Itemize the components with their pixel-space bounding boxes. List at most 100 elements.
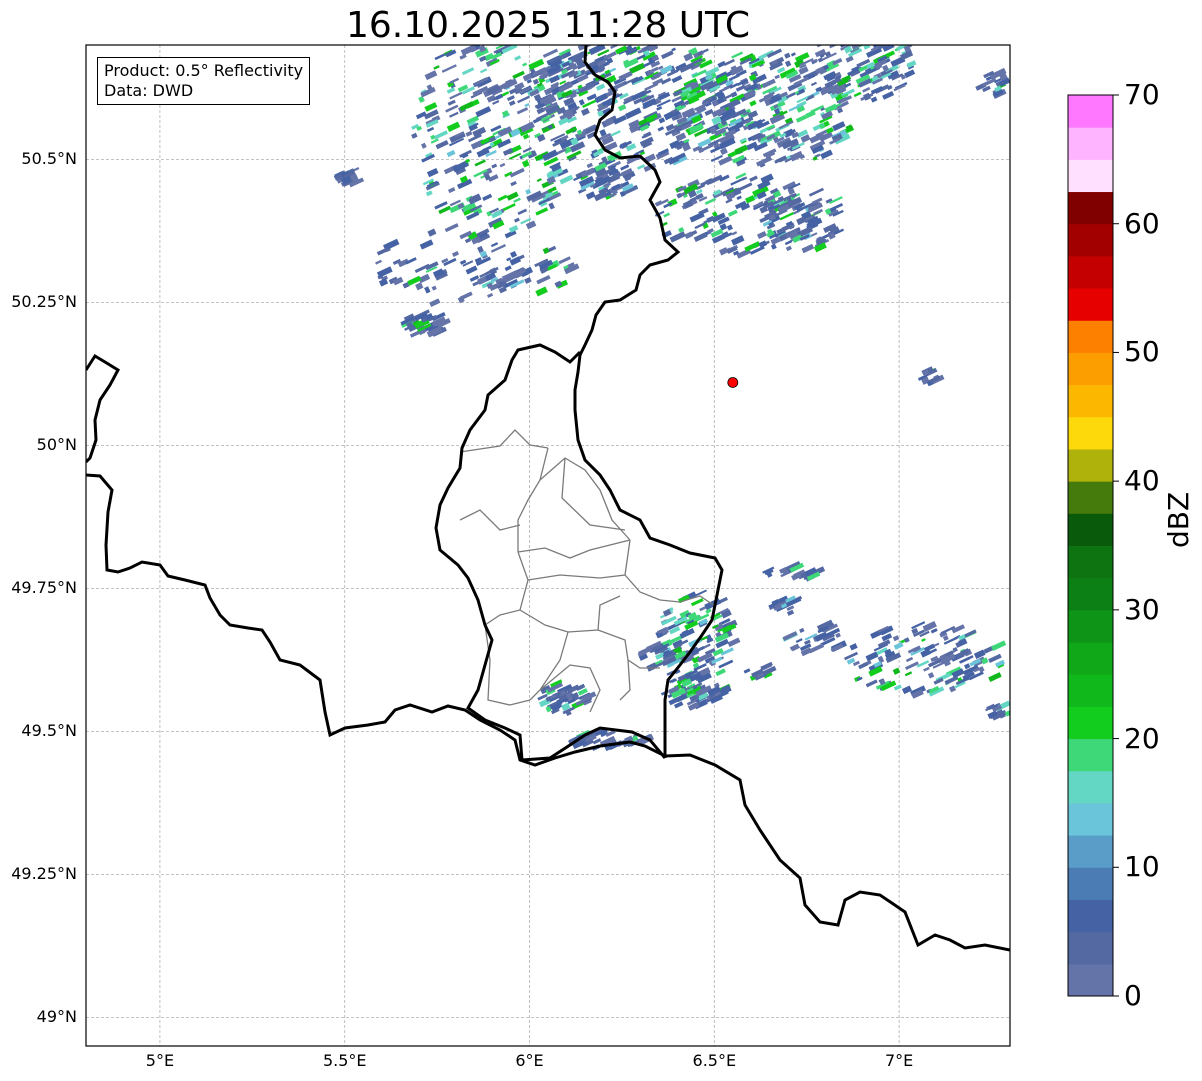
echo-cell bbox=[837, 23, 843, 29]
lon-tick-label: 5°E bbox=[145, 1051, 175, 1070]
echo-cell bbox=[887, 28, 903, 40]
echo-cell bbox=[847, 31, 857, 38]
echo-cell bbox=[834, 39, 839, 43]
colorbar-segment bbox=[1068, 255, 1113, 289]
lon-tick-label: 7°E bbox=[884, 1051, 914, 1070]
colorbar-segment bbox=[1068, 899, 1113, 933]
echo-cell bbox=[862, 29, 874, 38]
echo-cell bbox=[667, 36, 674, 41]
echo-cell bbox=[478, 35, 490, 42]
radar-map[interactable] bbox=[0, 0, 1202, 1081]
colorbar-segment bbox=[1068, 963, 1113, 997]
colorbar-segment bbox=[1068, 609, 1113, 643]
colorbar-segment bbox=[1068, 384, 1113, 418]
colorbar-segment bbox=[1068, 352, 1113, 386]
colorbar bbox=[1068, 94, 1119, 997]
echo-cell bbox=[861, 31, 871, 40]
echo-cell bbox=[478, 21, 489, 29]
echo-cell bbox=[660, 29, 674, 40]
colorbar-segment bbox=[1068, 159, 1113, 193]
colorbar-segment bbox=[1068, 95, 1113, 128]
colorbar-segment bbox=[1068, 835, 1113, 868]
echo-cell bbox=[894, 27, 909, 38]
echo-cell bbox=[466, 31, 479, 41]
echo-cell bbox=[616, 29, 625, 36]
colorbar-segment bbox=[1068, 706, 1113, 740]
echo-cell bbox=[488, 32, 504, 43]
echo-cell bbox=[493, 34, 500, 40]
lat-tick-label: 49.5°N bbox=[21, 721, 77, 741]
colorbar-segment bbox=[1068, 674, 1113, 707]
colorbar-segment bbox=[1068, 481, 1113, 514]
echo-cell bbox=[632, 34, 642, 42]
echo-cell bbox=[638, 35, 651, 43]
echo-cell bbox=[518, 25, 533, 36]
echo-cell bbox=[532, 35, 540, 41]
colorbar-tick-label: 20 bbox=[1124, 721, 1160, 755]
echo-cell bbox=[884, 33, 892, 40]
echo-cell bbox=[848, 24, 863, 35]
echo-cell bbox=[880, 29, 893, 38]
echo-cell bbox=[484, 24, 495, 33]
colorbar-segment bbox=[1068, 191, 1113, 225]
colorbar-segment bbox=[1068, 738, 1113, 772]
echo-cell bbox=[603, 37, 610, 42]
colorbar-segment bbox=[1068, 513, 1113, 546]
colorbar-tick-label: 50 bbox=[1124, 335, 1160, 369]
lat-tick-label: 50.25°N bbox=[11, 292, 77, 312]
colorbar-segment bbox=[1068, 545, 1113, 579]
colorbar-tick-label: 70 bbox=[1124, 78, 1160, 111]
echo-cell bbox=[506, 24, 512, 28]
colorbar-segment bbox=[1068, 416, 1113, 450]
echo-cell bbox=[830, 34, 839, 40]
echo-cell bbox=[482, 28, 489, 34]
lat-tick-label: 49°N bbox=[36, 1007, 77, 1027]
product-label: Product: 0.5° Reflectivity bbox=[104, 61, 304, 80]
colorbar-segment bbox=[1068, 867, 1113, 900]
echo-cell bbox=[860, 22, 871, 31]
echo-cell bbox=[881, 31, 888, 37]
echo-cell bbox=[894, 34, 905, 42]
echo-cell bbox=[860, 31, 867, 37]
colorbar-segment bbox=[1068, 320, 1113, 353]
colorbar-tick-label: 10 bbox=[1124, 850, 1160, 884]
echo-cell bbox=[630, 35, 635, 39]
echo-cell bbox=[847, 30, 861, 38]
echo-cell bbox=[468, 24, 479, 32]
colorbar-title: dBZ bbox=[1162, 491, 1195, 548]
echo-cell bbox=[867, 17, 881, 25]
echo-cell bbox=[832, 23, 847, 33]
echo-cell bbox=[494, 31, 504, 38]
echo-cell bbox=[474, 33, 486, 40]
colorbar-tick-label: 0 bbox=[1124, 979, 1142, 1012]
radar-site-dot bbox=[727, 377, 739, 388]
echo-cell bbox=[673, 35, 687, 44]
echo-cell bbox=[455, 36, 464, 43]
data-source-label: Data: DWD bbox=[104, 81, 194, 100]
lat-tick-label: 49.75°N bbox=[11, 578, 77, 598]
echo-cell bbox=[489, 24, 496, 29]
lat-tick-label: 49.25°N bbox=[11, 864, 77, 884]
colorbar-segment bbox=[1068, 127, 1113, 160]
colorbar-tick-label: 30 bbox=[1124, 592, 1160, 626]
echo-cell bbox=[469, 28, 479, 37]
lat-tick-label: 50°N bbox=[36, 435, 77, 455]
echo-cell bbox=[868, 29, 877, 36]
echo-cell bbox=[874, 23, 882, 29]
colorbar-segment bbox=[1068, 223, 1113, 257]
colorbar-segment bbox=[1068, 448, 1113, 482]
lat-tick-label: 50.5°N bbox=[21, 149, 77, 169]
lon-tick-label: 5.5°E bbox=[322, 1051, 367, 1070]
product-info-box: Product: 0.5° Reflectivity Data: DWD bbox=[97, 57, 311, 105]
colorbar-segment bbox=[1068, 288, 1113, 321]
echo-cell bbox=[824, 32, 834, 39]
lon-tick-label: 6°E bbox=[515, 1051, 544, 1070]
echo-cell bbox=[643, 33, 657, 42]
echo-cell bbox=[871, 36, 879, 43]
echo-cell bbox=[634, 32, 649, 43]
colorbar-segment bbox=[1068, 770, 1113, 804]
colorbar-tick-label: 60 bbox=[1124, 206, 1160, 240]
colorbar-segment bbox=[1068, 577, 1113, 611]
lon-tick-label: 6.5°E bbox=[692, 1051, 737, 1070]
radar-site-marker bbox=[727, 377, 739, 388]
